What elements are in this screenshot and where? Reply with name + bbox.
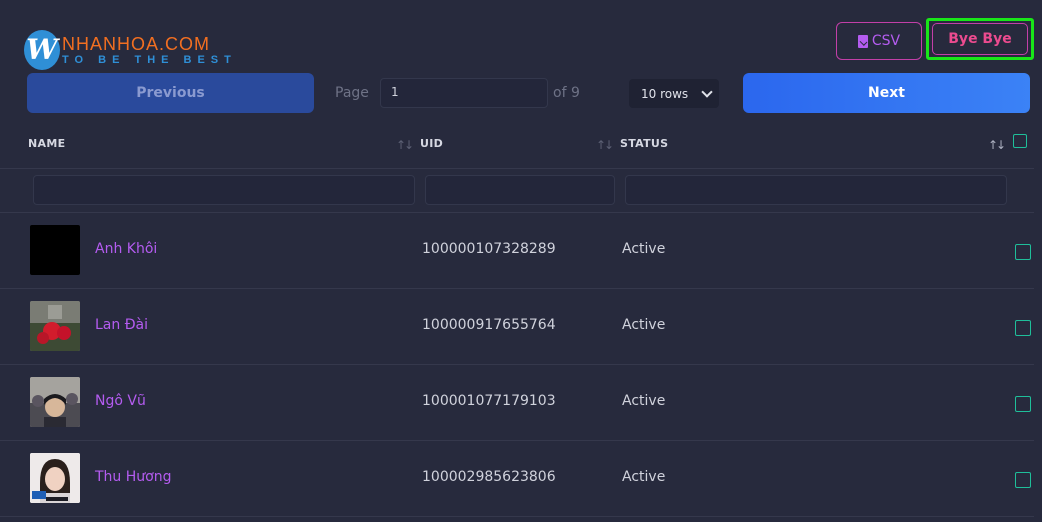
flower-photo-icon [30,301,80,351]
page-label: Page [335,85,369,101]
divider [0,168,1034,169]
status-filter-input[interactable] [625,175,1007,205]
row-checkbox[interactable] [1015,472,1031,488]
column-header-name[interactable]: NAME [28,137,65,150]
user-uid: 100002985623806 [422,469,556,485]
user-name-link[interactable]: Thu Hương [95,469,171,485]
logo-name: NHANHOA.COM [62,34,211,54]
table-row[interactable]: Anh Khôi 100000107328289 Active [0,213,1042,289]
user-uid: 100000917655764 [422,317,556,333]
sort-icon[interactable]: ↑↓ [396,138,414,152]
select-all-checkbox[interactable] [1013,134,1027,148]
sort-icon[interactable]: ↑↓ [596,138,614,152]
person-photo-icon [30,377,80,427]
user-uid: 100000107328289 [422,241,556,257]
row-checkbox[interactable] [1015,244,1031,260]
user-uid: 100001077179103 [422,393,556,409]
file-download-icon [857,34,868,48]
bye-bye-button-highlight[interactable]: Bye Bye [926,18,1034,60]
column-header-uid[interactable]: UID [420,137,443,150]
uid-filter-input[interactable] [425,175,615,205]
rows-per-page-select[interactable]: 10 rows [629,79,719,108]
user-name-link[interactable]: Lan Đài [95,317,148,333]
user-status: Active [622,241,666,257]
chevron-down-icon [701,85,713,98]
previous-button[interactable]: Previous [27,73,314,113]
sort-icon[interactable]: ↑↓ [988,138,1006,152]
csv-label: CSV [871,33,901,49]
avatar [30,377,80,427]
user-status: Active [622,317,666,333]
logo-tagline: TO BE THE BEST [62,54,237,66]
row-checkbox[interactable] [1015,320,1031,336]
table-row[interactable]: Thu Hương 100002985623806 Active [0,441,1042,517]
user-status: Active [622,469,666,485]
row-checkbox[interactable] [1015,396,1031,412]
rows-per-page-value: 10 rows [641,86,689,101]
page-total-label: of 9 [553,85,580,101]
page-number-input[interactable]: 1 [380,78,548,108]
column-header-status[interactable]: STATUS [620,137,668,150]
next-button[interactable]: Next [743,73,1030,113]
avatar [30,301,80,351]
user-name-link[interactable]: Ngô Vũ [95,393,146,409]
table-row[interactable]: Lan Đài 100000917655764 Active [0,289,1042,365]
avatar [30,225,80,275]
person-photo-icon [30,453,80,503]
name-filter-input[interactable] [33,175,415,205]
avatar [30,453,80,503]
brand-logo: W NHANHOA.COM TO BE THE BEST [24,30,244,74]
divider [0,516,1034,517]
logo-mark: W [24,30,60,70]
user-name-link[interactable]: Anh Khôi [95,241,157,257]
user-status: Active [622,393,666,409]
table-row[interactable]: Ngô Vũ 100001077179103 Active [0,365,1042,441]
bye-bye-button[interactable]: Bye Bye [932,23,1028,55]
csv-export-button[interactable]: CSV [836,22,922,60]
